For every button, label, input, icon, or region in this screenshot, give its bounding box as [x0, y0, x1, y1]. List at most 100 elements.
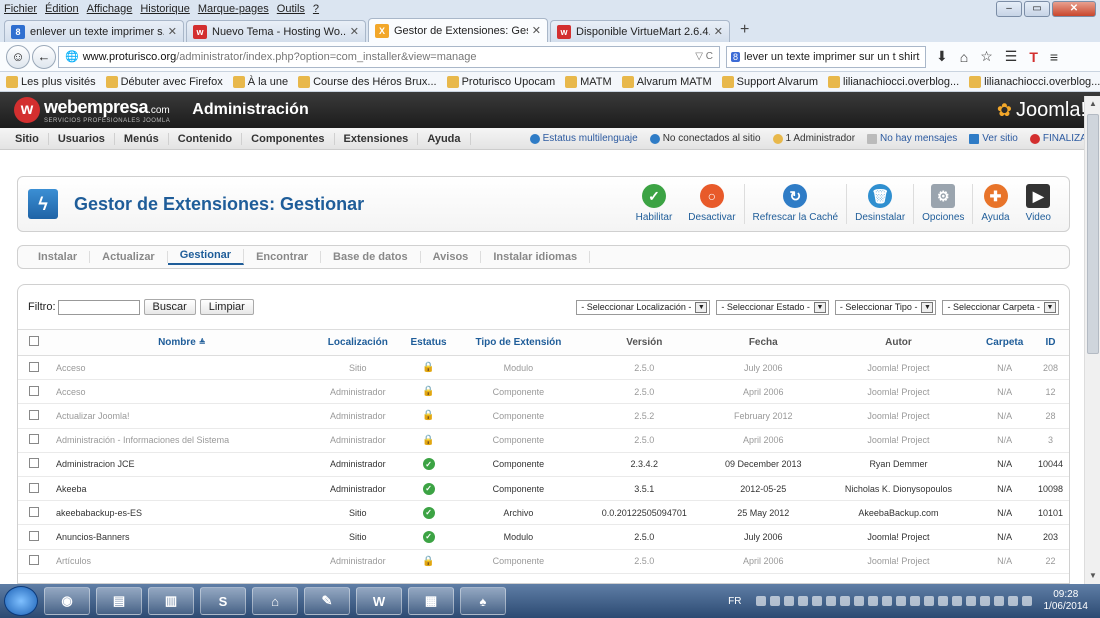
bookmark-item[interactable]: lilianachiocci.overblog... [828, 75, 959, 88]
tray-icon[interactable] [853, 596, 864, 606]
subtab-encontrar[interactable]: Encontrar [244, 251, 322, 263]
tray-icon[interactable] [1007, 596, 1018, 606]
cell-status[interactable]: 🔒 [401, 403, 456, 429]
row-checkbox[interactable] [29, 458, 39, 469]
toolbar-check-button[interactable]: ✓ Habilitar [628, 184, 681, 231]
subtab-instalar[interactable]: Instalar [26, 251, 91, 263]
scroll-up-icon[interactable]: ▲ [1085, 96, 1100, 112]
menu-marque-pages[interactable]: Marque-pages [198, 3, 269, 15]
back-button[interactable]: ← [32, 44, 56, 69]
bookmark-item[interactable]: Proturisco Upocam [446, 75, 555, 88]
toolbar-trash-button[interactable]: 🗑 Desinstalar [847, 184, 913, 231]
scroll-down-icon[interactable]: ▼ [1085, 568, 1100, 584]
maximize-button[interactable]: ▭ [1024, 1, 1050, 17]
tray-icon[interactable] [825, 596, 836, 606]
row-checkbox[interactable] [29, 409, 39, 420]
view-site-link[interactable]: Ver sitio [969, 133, 1018, 144]
bookmark-item[interactable]: Alvarum MATM [621, 75, 712, 88]
home-icon[interactable]: ⌂ [960, 49, 968, 65]
solitaire-taskbar-icon[interactable]: ♠ [460, 587, 506, 615]
menu-outils[interactable]: Outils [277, 3, 305, 15]
menu-componentes[interactable]: Componentes [242, 132, 335, 145]
browser-tab[interactable]: X Gestor de Extensiones: Gest... ✕ [368, 18, 548, 42]
close-tab-icon[interactable]: ✕ [532, 24, 541, 37]
bookmark-item[interactable]: MATM [565, 75, 612, 88]
cell-status[interactable]: ✓ [401, 524, 456, 550]
tray-icon[interactable] [769, 596, 780, 606]
col-estatus[interactable]: Estatus [401, 329, 456, 356]
tray-icon[interactable] [993, 596, 1004, 606]
col-localizacion[interactable]: Localización [313, 329, 402, 356]
row-checkbox[interactable] [29, 482, 39, 493]
menu-menus[interactable]: Menús [115, 132, 169, 145]
menu-ayuda[interactable]: Ayuda [418, 132, 471, 145]
download-icon[interactable]: ⬇ [936, 48, 948, 65]
language-indicator[interactable]: FR [728, 596, 741, 607]
browser-tab[interactable]: w Nuevo Tema - Hosting Wo... ✕ [186, 20, 366, 42]
menu-extensiones[interactable]: Extensiones [335, 132, 419, 145]
tray-icon[interactable] [895, 596, 906, 606]
word-taskbar-icon[interactable]: W [356, 587, 402, 615]
subtab-actualizar[interactable]: Actualizar [90, 251, 168, 263]
col-nombre[interactable]: Nombre ≜ [50, 329, 314, 356]
row-checkbox[interactable] [29, 530, 39, 541]
url-bar[interactable]: 🌐 www.proturisco.org /administrator/inde… [58, 45, 720, 68]
filter-select[interactable]: - Seleccionar Localización - ▼ [576, 299, 711, 315]
browser-tab[interactable]: 8 enlever un texte imprimer s... ✕ [4, 20, 184, 42]
cell-status[interactable]: 🔒 [401, 379, 456, 405]
tray-icon[interactable] [783, 596, 794, 606]
select-all-checkbox[interactable] [29, 336, 39, 346]
cell-status[interactable]: 🔒 [401, 549, 456, 574]
row-checkbox[interactable] [29, 555, 39, 566]
folder-taskbar-icon[interactable]: ▦ [408, 587, 454, 615]
tray-icon[interactable] [797, 596, 808, 606]
toolbar-video-button[interactable]: ▶ Video [1018, 184, 1059, 231]
close-window-button[interactable]: ✕ [1052, 1, 1096, 17]
subtab-avisos[interactable]: Avisos [421, 251, 482, 263]
search-button[interactable]: Buscar [143, 299, 196, 315]
filter-select[interactable]: - Seleccionar Carpeta - ▼ [942, 299, 1059, 315]
menu-fichier[interactable]: Fichier [4, 3, 37, 15]
cell-status[interactable]: ✓ [401, 476, 456, 502]
toolbar-stop-button[interactable]: ○ Desactivar [680, 184, 743, 231]
tray-icon[interactable] [811, 596, 822, 606]
filter-input[interactable] [57, 299, 140, 315]
cell-status[interactable]: ✓ [401, 500, 456, 526]
toolbar-options-button[interactable]: ⚙ Opciones [914, 184, 972, 231]
minimize-button[interactable]: – [996, 1, 1022, 17]
bookmark-item[interactable]: Course des Héros Brux... [298, 75, 437, 88]
clear-button[interactable]: Limpiar [199, 299, 254, 315]
bookmark-item[interactable]: lilianachiocci.overblog... [969, 75, 1100, 88]
start-button[interactable] [4, 586, 38, 616]
firefox-menu-icon[interactable]: ☺ [6, 44, 30, 69]
menu-contenido[interactable]: Contenido [169, 132, 243, 145]
tray-icon[interactable] [867, 596, 878, 606]
tray-icon[interactable] [881, 596, 892, 606]
search-bar[interactable]: 8 lever un texte imprimer sur un t shirt [726, 45, 926, 68]
close-tab-icon[interactable]: ✕ [714, 25, 723, 38]
bookmarks-icon[interactable]: ☰ [1005, 48, 1018, 65]
reload-icon[interactable]: ▽ C [695, 51, 713, 62]
row-checkbox[interactable] [29, 361, 39, 372]
menu-historique[interactable]: Historique [140, 3, 190, 15]
filter-select[interactable]: - Seleccionar Tipo - ▼ [834, 299, 937, 315]
toolbar-refresh-button[interactable]: ↻ Refrescar la Caché [745, 184, 847, 231]
t-addon-icon[interactable]: T [1029, 49, 1038, 65]
page-scrollbar[interactable]: ▲ ▼ [1084, 96, 1100, 584]
multilang-status[interactable]: Estatus multilenguaje [529, 133, 638, 144]
explorer-b-taskbar-icon[interactable]: ▥ [148, 587, 194, 615]
menu-usuarios[interactable]: Usuarios [49, 132, 115, 145]
row-checkbox[interactable] [29, 434, 39, 445]
tray-icon[interactable] [965, 596, 976, 606]
subtab-gestionar[interactable]: Gestionar [167, 249, 245, 265]
menu-edition[interactable]: Édition [45, 3, 79, 15]
paint-taskbar-icon[interactable]: ✎ [304, 587, 350, 615]
firefox-taskbar-icon[interactable]: ◉ [44, 587, 90, 615]
skype-taskbar-icon[interactable]: S [200, 587, 246, 615]
cell-status[interactable]: 🔒 [401, 355, 456, 381]
scrollbar-thumb[interactable] [1087, 114, 1099, 354]
new-tab-button[interactable]: + [732, 21, 757, 42]
menu-icon[interactable]: ≡ [1050, 49, 1058, 65]
close-tab-icon[interactable]: ✕ [350, 25, 359, 38]
tray-icon[interactable] [909, 596, 920, 606]
